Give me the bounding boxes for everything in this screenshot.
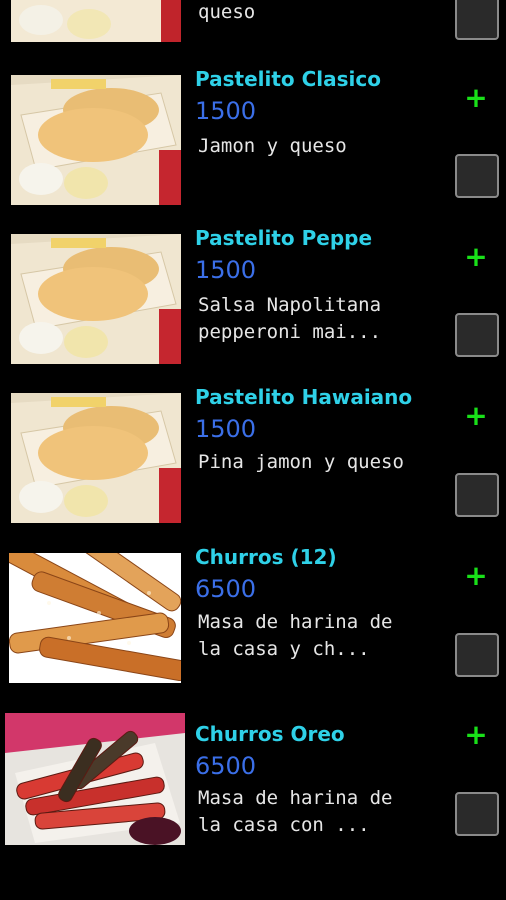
churros-image: [9, 553, 181, 683]
item-price: 1500: [195, 415, 257, 443]
pastelito-image: [11, 234, 181, 364]
item-checkbox[interactable]: [455, 313, 499, 357]
item-price: 6500: [195, 752, 257, 780]
item-name: Pastelito Peppe: [195, 226, 373, 250]
item-checkbox[interactable]: [455, 633, 499, 677]
item-name: Pastelito Hawaiano: [195, 385, 413, 409]
item-description: Pina jamon y queso: [198, 451, 404, 473]
item-description: queso: [198, 1, 256, 23]
item-description: Masa de harina de la casa y ch...: [198, 611, 393, 660]
item-image: [9, 553, 181, 683]
item-name: Pastelito Clasico: [195, 67, 382, 91]
item-image: [11, 75, 181, 205]
churros-oreo-image: [5, 713, 185, 845]
item-checkbox[interactable]: [455, 792, 499, 836]
item-image: [11, 0, 181, 42]
add-button[interactable]: +: [464, 721, 488, 749]
item-image: [11, 234, 181, 364]
pastelito-image: [11, 393, 181, 523]
item-image: [5, 713, 185, 845]
item-checkbox[interactable]: [455, 154, 499, 198]
add-button[interactable]: +: [464, 243, 488, 271]
add-button[interactable]: +: [464, 402, 488, 430]
add-button[interactable]: +: [464, 562, 488, 590]
item-price: 6500: [195, 575, 257, 603]
pastelito-image: [11, 75, 181, 205]
item-description: Jamon y queso: [198, 135, 347, 157]
item-price: 1500: [195, 256, 257, 284]
item-image: [11, 393, 181, 523]
item-description: Masa de harina de la casa con ...: [198, 787, 393, 836]
item-description: Salsa Napolitana pepperoni mai...: [198, 294, 382, 343]
item-price: 1500: [195, 97, 257, 125]
item-name: Churros Oreo: [195, 722, 345, 746]
item-checkbox[interactable]: [455, 473, 499, 517]
add-button[interactable]: +: [464, 84, 488, 112]
item-checkbox[interactable]: [455, 0, 499, 40]
item-name: Churros (12): [195, 545, 337, 569]
pastelito-image: [11, 0, 181, 42]
